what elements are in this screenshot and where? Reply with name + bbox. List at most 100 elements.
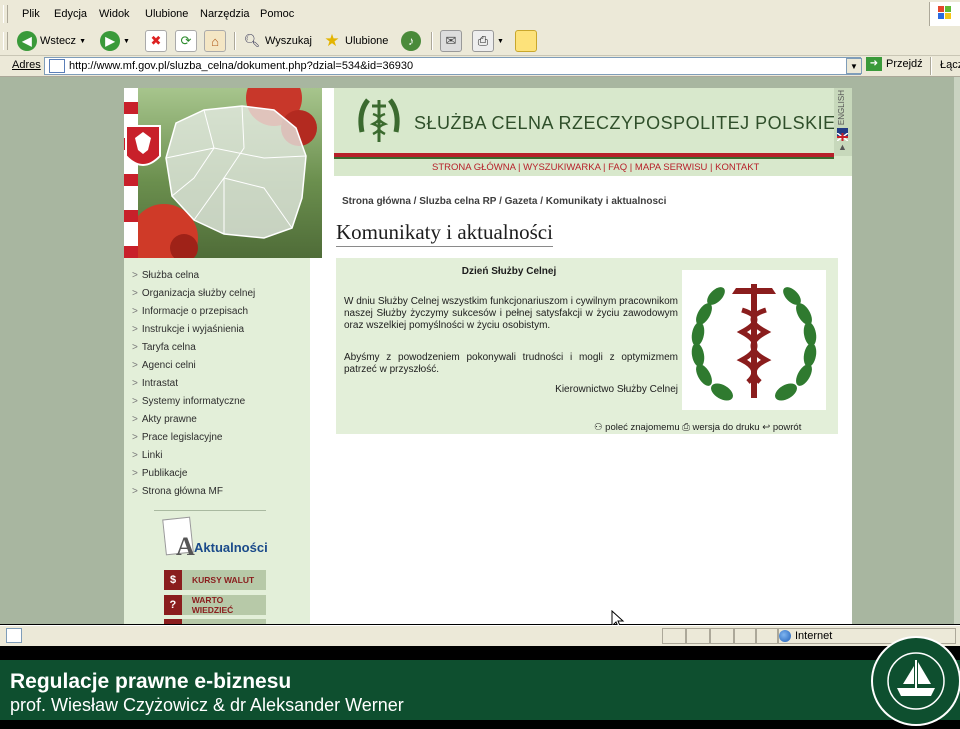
article-title: Dzień Służby Celnej <box>461 266 557 277</box>
sidebar-item-organizacja[interactable]: > Organizacja służby celnej <box>132 288 255 299</box>
menu-plik[interactable]: Plik <box>22 8 40 20</box>
page-icon <box>49 59 65 73</box>
question-icon: ? <box>164 595 182 615</box>
article-actions: ⚇ poleć znajomemu ⎙ wersja do druku ↩ po… <box>594 422 801 433</box>
links-label[interactable]: Łącz <box>940 59 960 71</box>
sidebar-item-systemy[interactable]: > Systemy informatyczne <box>132 396 245 407</box>
sidebar-item-intrastat[interactable]: > Intrastat <box>132 378 178 389</box>
sidebar-item-linki[interactable]: > Linki <box>132 450 162 461</box>
toolbar-separator <box>234 32 236 50</box>
nav-wyszukiwarka[interactable]: WYSZUKIWARKA <box>523 162 600 173</box>
sidebar-item-sluzba-celna[interactable]: > Służba celna <box>132 270 199 281</box>
chevron-right-icon: > <box>132 468 138 479</box>
menu-ulubione[interactable]: Ulubione <box>145 8 188 20</box>
url-text: http://www.mf.gov.pl/sluzba_celna/dokume… <box>69 60 414 72</box>
chevron-right-icon: > <box>132 414 138 425</box>
article-box: Dzień Służby Celnej W dniu Służby Celnej… <box>336 258 838 434</box>
menu-widok[interactable]: Widok <box>99 8 130 20</box>
chevron-right-icon: > <box>132 432 138 443</box>
favorites-label: Ulubione <box>345 35 389 47</box>
home-button[interactable]: ⌂ <box>204 30 226 52</box>
back-button[interactable]: ◀ Wstecz ▼ <box>17 30 86 52</box>
go-button[interactable]: ➜ Przejdź <box>866 57 923 71</box>
mail-button[interactable]: ✉ <box>440 30 462 52</box>
chevron-right-icon: > <box>132 270 138 281</box>
status-cell <box>756 628 778 644</box>
chevron-right-icon: > <box>132 324 138 335</box>
notes-button[interactable] <box>515 30 537 52</box>
article-paragraph: Abyśmy z powodzeniem pokonywali trudnośc… <box>344 352 678 375</box>
menu-bar: Plik Edycja Widok Ulubione Narzędzia Pom… <box>0 0 960 29</box>
slide-footer: Regulacje prawne e-biznesu prof. Wiesław… <box>0 660 960 720</box>
nav-strona-glowna[interactable]: STRONA GŁÓWNA <box>432 162 515 173</box>
sidebar-item-akty-prawne[interactable]: > Akty prawne <box>132 414 197 425</box>
sidebar-item-taryfa[interactable]: > Taryfa celna <box>132 342 196 353</box>
sidebar-item-publikacje[interactable]: > Publikacje <box>132 468 187 479</box>
sidebar-item-label: Informacje o przepisach <box>141 306 249 317</box>
sidebar-item-label: Strona główna MF <box>141 486 223 497</box>
sidebar-item-label: Służba celna <box>141 270 200 281</box>
zone-label: Internet <box>795 630 833 642</box>
sidebar-item-strona-mf[interactable]: > Strona główna MF <box>132 486 223 497</box>
sidebar-divider <box>154 510 266 511</box>
chevron-right-icon: > <box>132 396 138 407</box>
chevron-down-icon: ▼ <box>123 37 130 45</box>
status-cell <box>686 628 710 644</box>
print-button[interactable]: ⎙ ▼ <box>472 30 504 52</box>
sidebar-item-label: Intrastat <box>141 378 178 389</box>
refresh-button[interactable]: ⟳ <box>175 30 197 52</box>
go-arrow-icon: ➜ <box>866 57 882 71</box>
page-title: Komunikaty i aktualności <box>336 220 553 247</box>
sidebar-item-label: Publikacje <box>141 468 188 479</box>
star-icon: ★ <box>324 31 340 50</box>
forward-button[interactable]: ▶ ▼ <box>100 30 130 52</box>
sidebar-item-instrukcje[interactable]: > Instrukcje i wyjaśnienia <box>132 324 244 335</box>
favorites-button[interactable]: ★ Ulubione <box>322 30 388 52</box>
kursy-walut-button[interactable]: $ KURSY WALUT <box>164 570 266 590</box>
stop-button[interactable]: ✖ <box>145 30 167 52</box>
media-icon: ♪ <box>401 31 421 51</box>
menu-edycja[interactable]: Edycja <box>54 8 87 20</box>
media-button[interactable]: ♪ <box>401 30 421 52</box>
sidebar-item-label: Instrukcje i wyjaśnienia <box>141 324 245 335</box>
go-label: Przejdź <box>886 58 923 70</box>
mail-icon: ✉ <box>440 30 462 52</box>
toolbar-grip <box>3 32 8 50</box>
menu-narzedzia[interactable]: Narzędzia <box>200 8 250 20</box>
back-link[interactable]: powrót <box>773 422 802 433</box>
stop-icon: ✖ <box>145 30 167 52</box>
print-icon: ⎙ <box>682 422 690 433</box>
nav-faq[interactable]: FAQ <box>608 162 627 173</box>
url-dropdown-button[interactable]: ▼ <box>846 58 862 74</box>
sidebar-item-label: Taryfa celna <box>141 342 196 353</box>
url-input[interactable]: http://www.mf.gov.pl/sluzba_celna/dokume… <box>44 57 861 75</box>
sidebar-item-label: Prace legislacyjne <box>141 432 223 443</box>
sidebar-item-agenci[interactable]: > Agenci celni <box>132 360 196 371</box>
sidebar-item-informacje[interactable]: > Informacje o przepisach <box>132 306 248 317</box>
menu-pomoc[interactable]: Pomoc <box>260 8 294 20</box>
article-signature: Kierownictwo Służby Celnej <box>555 384 678 395</box>
university-seal-logo <box>871 636 960 726</box>
english-tab[interactable]: ENGLISH ▲ <box>834 88 852 156</box>
print-version-link[interactable]: wersja do druku <box>693 422 760 433</box>
chevron-right-icon: > <box>132 486 138 497</box>
sidebar-item-label: Systemy informatyczne <box>141 396 246 407</box>
nav-kontakt[interactable]: KONTAKT <box>715 162 759 173</box>
aktualnosci-link[interactable]: A Aktualności <box>162 516 274 561</box>
search-button[interactable]: 🔍︎ Wyszukaj <box>242 30 312 52</box>
web-page: > Służba celna > Organizacja służby celnej… <box>124 88 852 624</box>
status-bar: Internet <box>0 625 960 646</box>
scrollbar[interactable] <box>954 77 960 624</box>
recommend-link[interactable]: poleć znajomemu <box>605 422 679 433</box>
nav-mapa-serwisu[interactable]: MAPA SERWISU <box>635 162 708 173</box>
sidebar-item-label: Organizacja służby celnej <box>141 288 256 299</box>
sidebar-button-partial[interactable] <box>164 619 266 624</box>
address-label: Adres <box>12 59 41 71</box>
windows-logo-icon <box>929 2 960 26</box>
search-icon: 🔍︎ <box>243 33 261 48</box>
chevron-right-icon: > <box>132 450 138 461</box>
sidebar-item-prace[interactable]: > Prace legislacyjne <box>132 432 222 443</box>
globe-icon <box>779 630 791 642</box>
customs-emblem-icon <box>354 92 404 148</box>
warto-wiedziec-button[interactable]: ? WARTO WIEDZIEĆ <box>164 595 266 615</box>
